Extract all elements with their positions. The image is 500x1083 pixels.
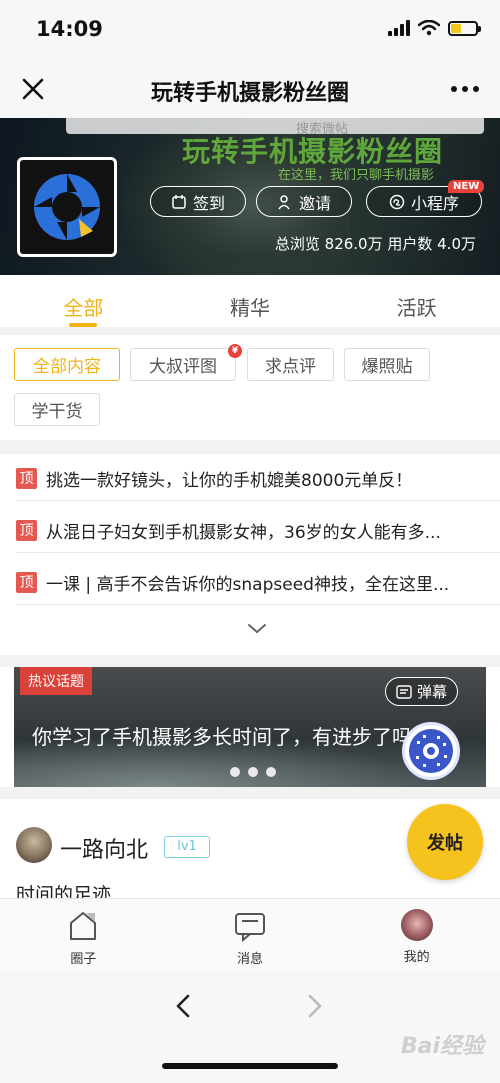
user-add-icon (278, 194, 290, 209)
hot-topic-tag: 热议话题 (20, 667, 92, 695)
divider (0, 655, 500, 667)
new-badge: NEW (448, 180, 485, 193)
message-icon (235, 913, 265, 943)
tab-all[interactable]: 全部 (0, 275, 167, 327)
circle-icon (70, 912, 97, 940)
watermark: Bai经验 (400, 1034, 484, 1059)
bottom-tab-bar: 圈子 消息 我的 (0, 898, 500, 970)
content-tabs: 全部 精华 活跃 (0, 275, 500, 327)
qr-code-icon (409, 729, 453, 773)
circle-logo (17, 157, 117, 257)
tab-featured-label: 精华 (230, 296, 270, 320)
chevron-down-icon[interactable] (246, 622, 268, 636)
tabbar-label: 我的 (403, 950, 430, 965)
pinned-post[interactable]: 顶 一课 | 高手不会告诉你的snapseed神技，全在这里... (16, 560, 500, 605)
level-badge: lv1 (164, 836, 210, 858)
danmu-label: 弹幕 (416, 683, 447, 701)
banner-subtitle: 在这里，我们只聊手机摄影 (278, 168, 435, 183)
filter-learn-tips[interactable]: 学干货 (14, 393, 100, 426)
calendar-icon (172, 194, 186, 209)
pinned-post-title: 挑选一款好镜头，让你的手机媲美8000元单反！ (46, 470, 413, 491)
tabbar-item-messages[interactable]: 消息 (167, 899, 334, 970)
tab-featured[interactable]: 精华 (167, 275, 334, 327)
hot-topic-text: 你学习了手机摄影多长时间了，有进步了吗 (32, 725, 412, 749)
banner-stats: 总浏览 826.0万 用户数 4.0万 (274, 235, 476, 253)
new-post-button[interactable]: 发帖 (407, 804, 483, 880)
invite-button[interactable]: 邀请 (256, 186, 352, 217)
tab-active-label: 活跃 (396, 296, 437, 320)
status-icons (388, 20, 481, 36)
filter-photo-post[interactable]: 爆照贴 (344, 348, 430, 381)
signin-label: 签到 (192, 193, 225, 213)
pinned-badge: 顶 (16, 571, 37, 593)
miniprogram-label: 小程序 (410, 193, 459, 213)
miniprogram-icon (389, 194, 405, 209)
page-title: 玩转手机摄影粉丝圈 (150, 81, 349, 106)
nav-bar: 玩转手机摄影粉丝圈 (0, 62, 500, 118)
post-username[interactable]: 一路向北 (60, 832, 148, 864)
browser-toolbar: Bai经验 (0, 970, 500, 1083)
status-time: 14:09 (36, 17, 103, 41)
divider (0, 327, 500, 335)
avatar[interactable] (16, 827, 52, 863)
pinned-badge: 顶 (16, 467, 37, 489)
pinned-post-title: 一课 | 高手不会告诉你的snapseed神技，全在这里... (46, 574, 450, 595)
pinned-post-title: 从混日子妇女到手机摄影女神，36岁的女人能有多... (46, 522, 441, 543)
app-screen: 14:09 玩转手机摄影粉丝圈 搜索微帖 玩转手机摄影粉丝圈 在这里，我们只聊手… (0, 0, 500, 1083)
pinned-badge: 顶 (16, 519, 37, 541)
home-indicator (162, 1063, 338, 1069)
tabbar-item-circle[interactable]: 圈子 (0, 899, 167, 970)
tabbar-label: 圈子 (70, 952, 97, 967)
invite-label: 邀请 (298, 193, 331, 213)
danmu-icon (396, 684, 412, 699)
filter-uncle-review[interactable]: 大叔评图 (130, 348, 236, 381)
signal-icon (388, 20, 410, 36)
carousel-dots (230, 767, 276, 777)
more-icon[interactable] (448, 76, 482, 102)
signin-button[interactable]: 签到 (150, 186, 246, 217)
divider (0, 440, 500, 454)
aperture-icon (34, 174, 100, 240)
pinned-post[interactable]: 顶 从混日子妇女到手机摄影女神，36岁的女人能有多... (16, 508, 500, 553)
status-bar: 14:09 (0, 0, 500, 62)
danmu-button[interactable]: 弹幕 (384, 677, 458, 706)
tabbar-item-me[interactable]: 我的 (333, 899, 500, 970)
battery-icon (448, 20, 481, 36)
profile-avatar (400, 909, 433, 941)
tabbar-label: 消息 (237, 952, 264, 967)
forward-arrow-icon[interactable] (300, 992, 328, 1020)
back-arrow-icon[interactable] (170, 992, 198, 1020)
reward-badge: ¥ (228, 344, 242, 358)
pinned-post[interactable]: 顶 挑选一款好镜头，让你的手机媲美8000元单反！ (16, 456, 500, 501)
tab-all-label: 全部 (63, 296, 104, 320)
wifi-icon (418, 20, 440, 36)
filter-all-content[interactable]: 全部内容 (14, 348, 120, 381)
miniprogram-code-icon[interactable] (402, 722, 460, 780)
tab-active[interactable]: 活跃 (333, 275, 500, 327)
filter-request-review[interactable]: 求点评 (247, 348, 334, 381)
divider (0, 787, 500, 799)
